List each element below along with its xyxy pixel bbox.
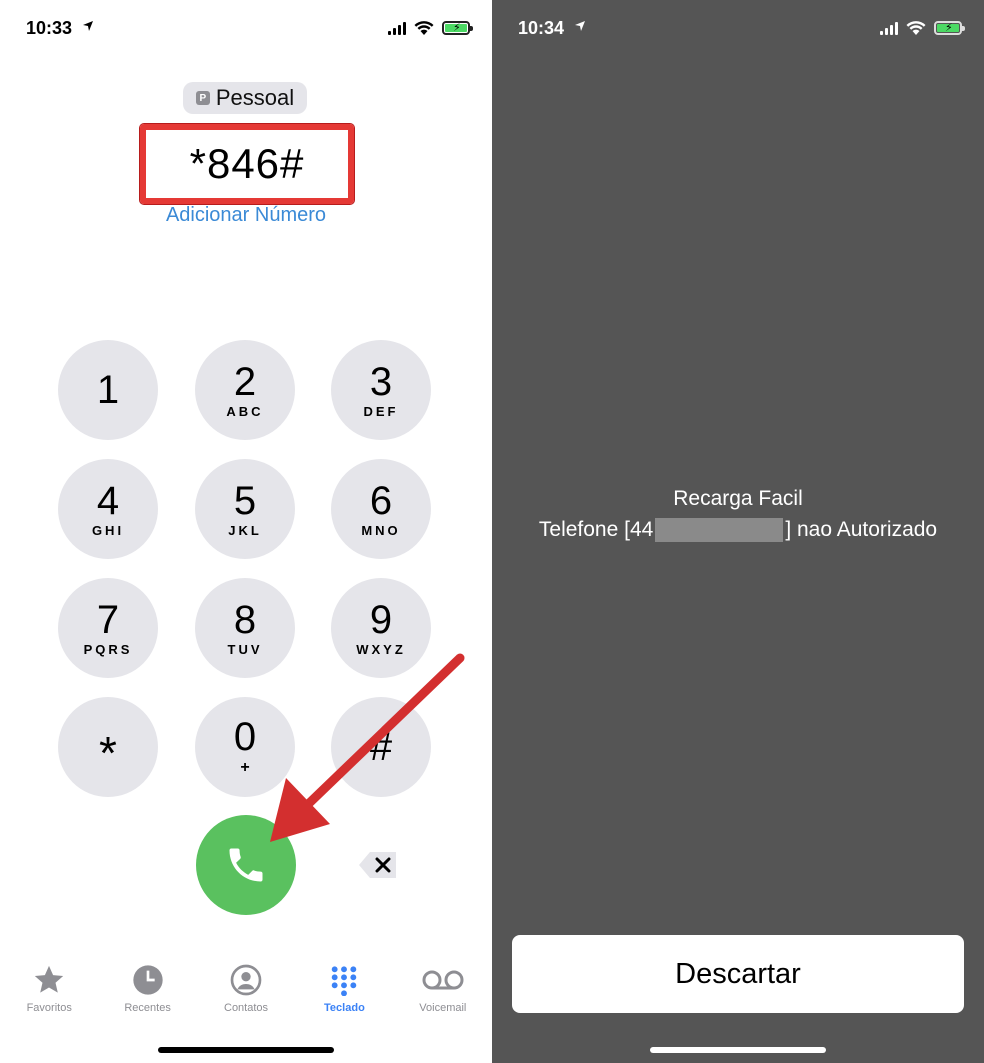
dialed-number-highlight: *846# xyxy=(140,124,354,204)
dialer-screen: 10:33 ⚡ P Pessoal *846# Adicionar Número… xyxy=(0,0,492,1063)
tab-teclado[interactable]: Teclado xyxy=(295,962,393,1032)
key-3[interactable]: 3 DEF xyxy=(331,340,431,440)
tab-label: Voicemail xyxy=(419,1002,467,1014)
key-6[interactable]: 6 MNO xyxy=(331,459,431,559)
phone-icon xyxy=(229,848,263,882)
tab-bar: Favoritos Recentes Contatos Teclado Voic… xyxy=(0,962,492,1032)
key-letters: ABC xyxy=(226,403,264,419)
backspace-icon xyxy=(359,852,396,878)
status-bar: 10:33 ⚡ xyxy=(0,16,492,42)
home-indicator[interactable] xyxy=(158,1047,334,1053)
key-digit: 5 xyxy=(233,478,257,523)
status-time: 10:34 xyxy=(518,18,565,38)
wifi-icon xyxy=(906,21,926,35)
dismiss-button[interactable]: Descartar xyxy=(512,935,964,1013)
cellular-signal-icon xyxy=(388,21,406,35)
status-bar: 10:34 ⚡ xyxy=(492,16,984,42)
key-4[interactable]: 4 GHI xyxy=(58,459,158,559)
key-letters: WXYZ xyxy=(356,641,406,657)
delete-button[interactable] xyxy=(358,850,398,880)
key-digit: 0 xyxy=(233,715,257,759)
tab-favoritos[interactable]: Favoritos xyxy=(0,962,98,1032)
tab-label: Teclado xyxy=(324,1002,365,1014)
key-star[interactable]: * xyxy=(58,697,158,797)
key-digit: 8 xyxy=(233,597,257,642)
message-title: Recarga Facil xyxy=(673,487,803,510)
cellular-signal-icon xyxy=(880,21,898,35)
key-letters: GHI xyxy=(91,522,125,538)
key-letters: PQRS xyxy=(83,641,133,657)
key-digit: 7 xyxy=(96,597,120,642)
voicemail-icon xyxy=(422,970,464,990)
key-9[interactable]: 9 WXYZ xyxy=(331,578,431,678)
key-8[interactable]: 8 TUV xyxy=(195,578,295,678)
key-letters: TUV xyxy=(227,641,263,657)
person-icon xyxy=(230,964,262,996)
tab-label: Recentes xyxy=(124,1002,171,1014)
tab-label: Favoritos xyxy=(26,1002,72,1014)
dialed-number: *846# xyxy=(189,140,305,187)
wifi-icon xyxy=(414,21,434,35)
key-letters: MNO xyxy=(361,522,401,538)
star-icon xyxy=(35,965,64,993)
key-0[interactable]: 0 + xyxy=(195,697,295,797)
key-1[interactable]: 1 xyxy=(58,340,158,440)
key-digit: 1 xyxy=(96,368,120,412)
key-5[interactable]: 5 JKL xyxy=(195,459,295,559)
home-indicator[interactable] xyxy=(650,1047,826,1053)
key-letters: JKL xyxy=(228,522,262,538)
battery-icon: ⚡ xyxy=(442,21,473,35)
key-digit: 3 xyxy=(369,359,393,404)
key-digit: 9 xyxy=(369,597,393,642)
message-body: Telefone [44 ] nao Autorizado xyxy=(492,514,984,545)
key-digit: 6 xyxy=(369,478,393,523)
status-time: 10:33 xyxy=(26,18,73,38)
clock-icon xyxy=(132,965,163,995)
key-digit: 2 xyxy=(233,359,257,404)
call-button[interactable] xyxy=(196,815,296,915)
key-7[interactable]: 7 PQRS xyxy=(58,578,158,678)
key-letters: + xyxy=(240,759,250,776)
location-arrow-icon xyxy=(574,20,586,35)
tab-contatos[interactable]: Contatos xyxy=(197,962,295,1032)
message-prefix: Telefone [44 xyxy=(538,518,654,541)
sim-label: Pessoal xyxy=(215,85,295,110)
key-digit: # xyxy=(369,725,393,769)
key-digit: * xyxy=(99,727,117,779)
sim-icon: P xyxy=(195,91,210,105)
key-hash[interactable]: # xyxy=(331,697,431,797)
keypad-icon xyxy=(332,966,357,996)
add-number-link[interactable]: Adicionar Número xyxy=(0,204,492,227)
ussd-result-screen: 10:34 ⚡ Recarga Facil Telefone [44 ] nao … xyxy=(492,0,984,1063)
key-letters: DEF xyxy=(363,403,399,419)
location-arrow-icon xyxy=(82,20,94,35)
tab-recentes[interactable]: Recentes xyxy=(98,962,196,1032)
ussd-message: Recarga Facil Telefone [44 ] nao Autoriza… xyxy=(492,483,984,545)
redacted-number xyxy=(655,518,784,543)
tab-label: Contatos xyxy=(224,1002,269,1014)
key-2[interactable]: 2 ABC xyxy=(195,340,295,440)
message-suffix: ] nao Autorizado xyxy=(785,518,938,541)
key-digit: 4 xyxy=(96,478,120,523)
battery-icon: ⚡ xyxy=(934,21,965,35)
sim-line-selector[interactable]: P Pessoal xyxy=(183,82,307,114)
tab-voicemail[interactable]: Voicemail xyxy=(394,962,492,1032)
